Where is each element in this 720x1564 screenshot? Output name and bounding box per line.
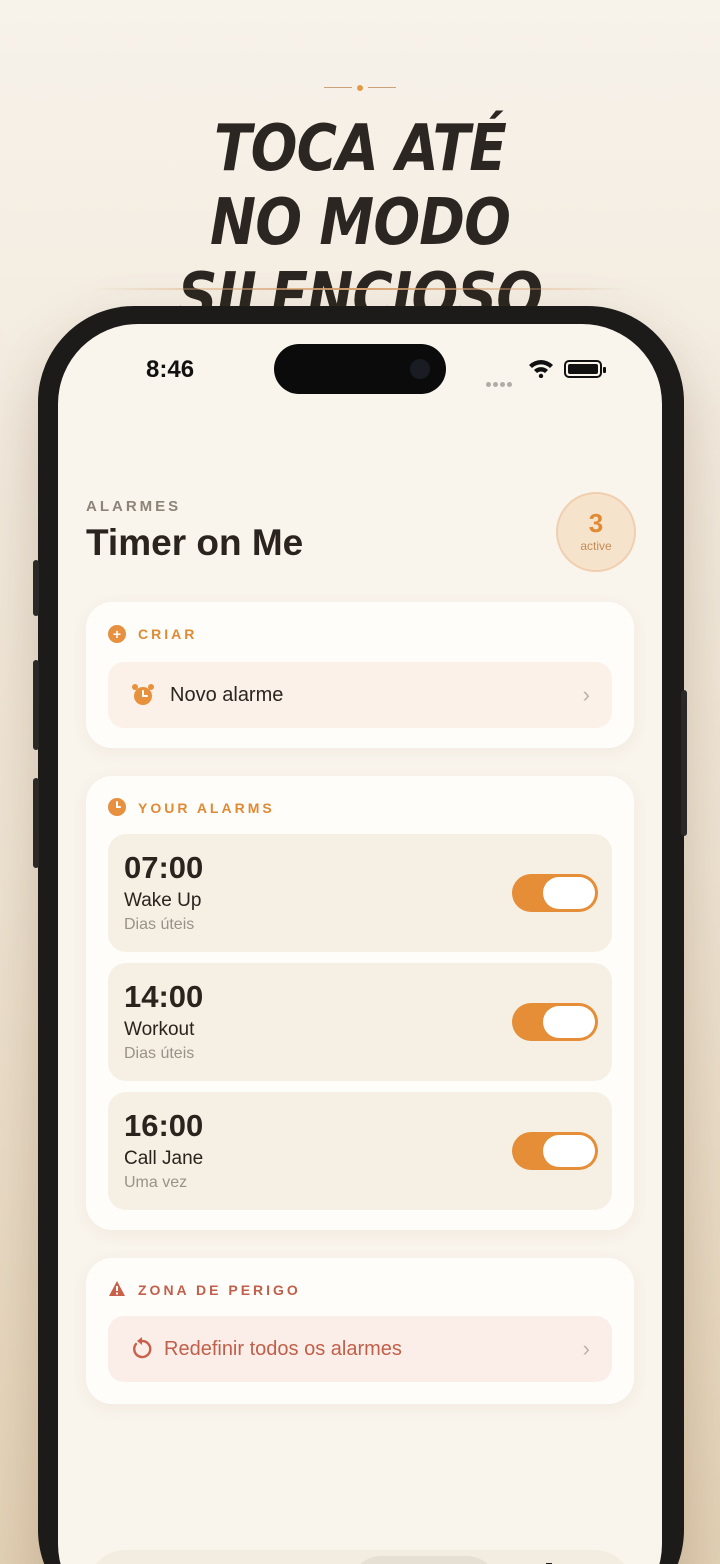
alarm-row[interactable]: 16:00 Call Jane Uma vez [108, 1092, 612, 1210]
alarm-row[interactable]: 14:00 Workout Dias úteis [108, 963, 612, 1081]
action-button [33, 560, 39, 616]
page-title: Timer on Me [86, 522, 304, 563]
alarm-clock-icon [132, 684, 154, 705]
phone-screen: 8:46 ALARMES Timer on Me 3 active + CRIA… [58, 324, 662, 1564]
warning-icon [109, 1281, 125, 1296]
alarm-row[interactable]: 07:00 Wake Up Dias úteis [108, 834, 612, 952]
clock-icon [108, 798, 126, 816]
headline-line-1: TOCA ATÉ [213, 112, 507, 186]
reset-arrow-icon [133, 1337, 152, 1359]
dynamic-island [274, 344, 446, 394]
active-label: active [580, 539, 612, 553]
status-time: 8:46 [146, 356, 195, 383]
alarm-repeat: Dias úteis [124, 1045, 195, 1062]
create-card: + CRIAR Novo alarme › [86, 602, 634, 748]
alarm-repeat: Uma vez [124, 1174, 188, 1191]
plus-circle-icon: + [108, 625, 126, 643]
alarm-time: 16:00 [124, 1108, 204, 1143]
alarms-section-label: YOUR ALARMS [138, 800, 275, 816]
create-section-label: CRIAR [138, 626, 198, 642]
reset-all-alarms-button[interactable]: Redefinir todos os alarmes › [108, 1316, 612, 1382]
new-alarm-button[interactable]: Novo alarme › [108, 662, 612, 728]
alarm-name: Wake Up [124, 890, 202, 911]
danger-card: ZONA DE PERIGO Redefinir todos os alarme… [86, 1258, 634, 1404]
alarm-toggle[interactable] [512, 1132, 598, 1170]
marketing-headline: TOCA ATÉ NO MODO SILENCIOSO [50, 112, 669, 334]
chevron-right-icon: › [582, 1336, 590, 1361]
volume-up-button [33, 660, 39, 750]
cellular-signal-icon [486, 374, 520, 387]
battery-icon [564, 360, 606, 378]
danger-section-label: ZONA DE PERIGO [138, 1282, 301, 1298]
power-button [681, 690, 687, 836]
alarm-name: Call Jane [124, 1148, 204, 1169]
tab-bar [86, 1550, 634, 1564]
new-alarm-label: Novo alarme [170, 684, 284, 706]
alarms-card: YOUR ALARMS 07:00 Wake Up Dias úteis 14:… [86, 776, 634, 1230]
headline-divider [90, 288, 630, 290]
alarm-repeat: Dias úteis [124, 916, 195, 933]
wifi-icon [529, 360, 553, 378]
reset-all-alarms-label: Redefinir todos os alarmes [164, 1338, 402, 1360]
alarm-toggle[interactable] [512, 1003, 598, 1041]
active-count-badge: 3 active [556, 492, 636, 572]
volume-down-button [33, 778, 39, 868]
alarm-clock-icon[interactable] [406, 1560, 442, 1564]
top-ornament [320, 84, 400, 92]
active-count: 3 [588, 508, 604, 538]
alarm-name: Workout [124, 1019, 195, 1040]
chevron-right-icon: › [582, 682, 590, 707]
alarm-time: 14:00 [124, 979, 204, 1014]
alarm-toggle[interactable] [512, 874, 598, 912]
section-eyebrow: ALARMES [86, 498, 182, 515]
alarm-time: 07:00 [124, 850, 204, 885]
